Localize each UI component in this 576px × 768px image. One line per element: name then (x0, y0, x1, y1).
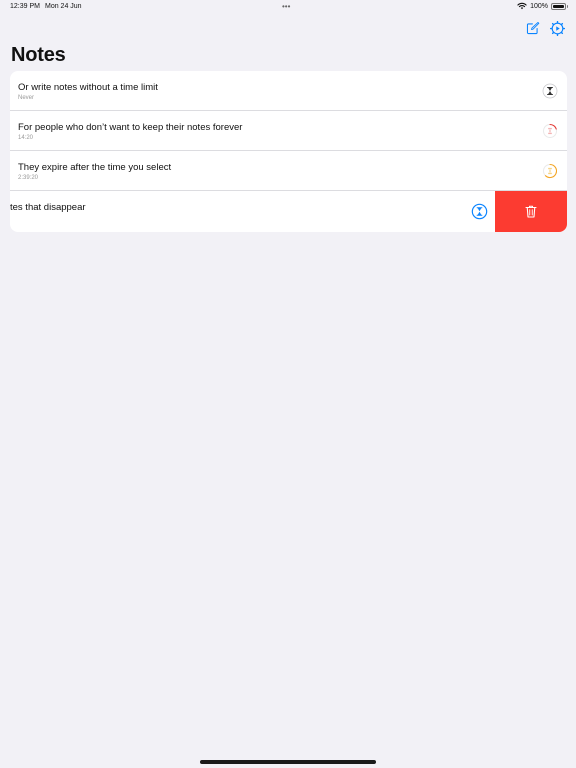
wifi-icon (517, 2, 527, 10)
note-row-swiped[interactable]: tes that disappear (10, 191, 567, 232)
multitasking-dots-icon[interactable]: ••• (282, 3, 290, 11)
compose-icon (526, 21, 540, 35)
note-row[interactable]: They expire after the time you select 2:… (10, 151, 567, 191)
timer-ring-icon[interactable] (542, 163, 558, 179)
status-indicators: 100% (517, 2, 568, 10)
note-title: They expire after the time you select (18, 162, 172, 173)
status-time: 12:39 PM (10, 3, 40, 10)
battery-level (553, 4, 564, 8)
timer-settings-button[interactable] (549, 20, 565, 36)
timer-active-icon[interactable] (471, 203, 488, 220)
hourglass-icon[interactable] (542, 83, 558, 99)
note-title: For people who don’t want to keep their … (18, 122, 243, 133)
home-indicator[interactable] (200, 760, 376, 764)
trash-icon (525, 205, 537, 218)
battery-percent: 100% (530, 2, 548, 10)
note-expiry: Never (18, 95, 35, 101)
timer-ring-icon[interactable] (542, 123, 558, 139)
compose-button[interactable] (525, 20, 541, 36)
note-expiry: 14:20 (18, 135, 34, 141)
status-bar: 12:39 PM Mon 24 Jun ••• 100% (0, 0, 576, 14)
delete-button[interactable] (495, 191, 567, 232)
status-date: Mon 24 Jun (45, 3, 82, 10)
battery-icon (551, 2, 568, 10)
swiped-note-content[interactable]: tes that disappear (10, 191, 497, 232)
page-title: Notes (11, 44, 66, 66)
note-row[interactable]: For people who don’t want to keep their … (10, 111, 567, 151)
note-expiry: 2:39:20 (18, 175, 39, 181)
notes-list: Or write notes without a time limit Neve… (10, 71, 567, 232)
settings-timer-icon (549, 20, 565, 36)
note-row[interactable]: Or write notes without a time limit Neve… (10, 71, 567, 111)
note-title: Or write notes without a time limit (18, 82, 158, 93)
note-title: tes that disappear (10, 202, 86, 213)
